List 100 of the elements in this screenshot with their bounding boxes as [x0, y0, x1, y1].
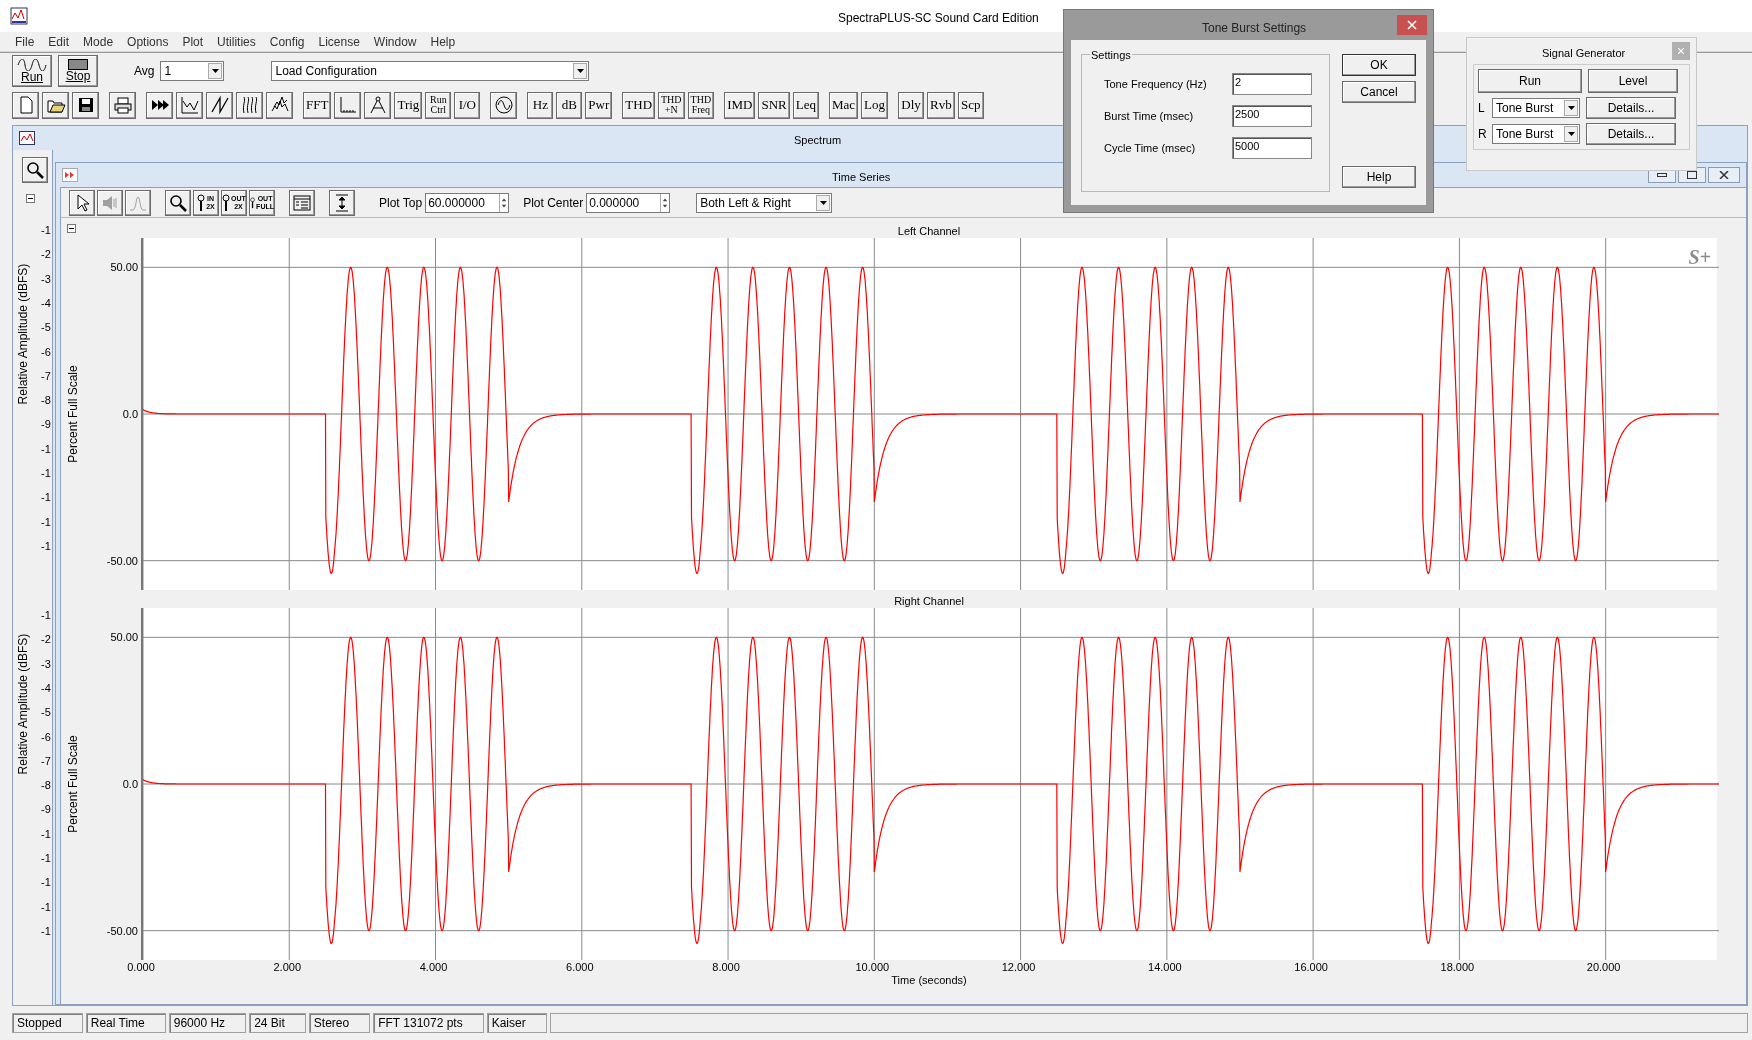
menu-item[interactable]: Edit: [41, 32, 77, 51]
window-title: SpectraPLUS-SC Sound Card Edition: [838, 10, 1039, 27]
menu-item[interactable]: Utilities: [210, 32, 263, 51]
zoom-button[interactable]: [22, 157, 48, 183]
x-tick-label: 10.000: [854, 961, 891, 973]
toolbar-button[interactable]: dB: [556, 91, 583, 119]
input-field[interactable]: 2: [1232, 73, 1312, 95]
open-button[interactable]: [42, 91, 69, 119]
status-field: 24 Bit: [249, 1013, 306, 1033]
app-icon: [10, 7, 28, 25]
mode-button[interactable]: [236, 91, 263, 119]
y-tick-label: -1: [41, 609, 51, 621]
menu-item[interactable]: Window: [366, 32, 424, 51]
y-tick-label: 0.0: [122, 778, 138, 790]
save-button[interactable]: [72, 91, 99, 119]
y-axis-label: Relative Amplitude (dBFS): [15, 632, 31, 777]
menu-item[interactable]: Config: [262, 32, 312, 51]
spin-field[interactable]: 60.000000: [425, 192, 510, 213]
menu-item[interactable]: Mode: [76, 32, 121, 51]
x-tick-label: 16.000: [1293, 961, 1329, 973]
menu-item[interactable]: File: [8, 32, 42, 51]
y-tick-label: -1: [41, 876, 51, 889]
mode-button[interactable]: [176, 91, 203, 119]
toolbar-button[interactable]: I/O: [454, 91, 481, 119]
generator-button[interactable]: Level: [1588, 69, 1678, 93]
close-button[interactable]: [1708, 167, 1740, 183]
y-tick-label: -2: [41, 633, 51, 646]
fit-button[interactable]: [329, 189, 355, 216]
sine-wave-icon: [17, 58, 47, 71]
toolbar-button[interactable]: Dly: [898, 91, 924, 119]
collapse-icon[interactable]: [26, 194, 35, 203]
menu-item[interactable]: Help: [423, 32, 463, 51]
mode-button[interactable]: [206, 91, 233, 119]
new-file-button[interactable]: [12, 91, 39, 119]
toolbar-button[interactable]: THD +N: [658, 91, 685, 119]
print-button[interactable]: [109, 91, 136, 119]
toolbar-button[interactable]: Log: [861, 91, 888, 119]
axes-button[interactable]: [334, 91, 362, 119]
zoom-button[interactable]: [165, 189, 191, 216]
toolbar-button[interactable]: THD Freq: [687, 91, 715, 119]
legend-button[interactable]: [289, 189, 315, 216]
avg-dropdown[interactable]: 1: [160, 60, 225, 81]
generator-button[interactable]: [490, 91, 518, 119]
menu-item[interactable]: Plot: [175, 32, 211, 51]
close-icon: [1678, 48, 1684, 54]
y-tick-label: -1: [41, 491, 51, 504]
spin-field[interactable]: 0.000000: [586, 192, 671, 213]
mode-button[interactable]: [266, 91, 293, 119]
compass-button[interactable]: [364, 91, 392, 119]
toolbar-button[interactable]: Scp: [957, 91, 984, 119]
toolbar-button[interactable]: FFT: [303, 91, 332, 119]
search-icon: [25, 160, 45, 180]
magnifier-icon: [197, 192, 206, 213]
mode-button[interactable]: [146, 91, 173, 119]
y-tick-label: -1: [41, 852, 51, 864]
y-tick-label: -8: [41, 394, 51, 407]
toolbar-button[interactable]: THD: [622, 91, 655, 119]
caret-icon: [1567, 132, 1575, 136]
toolbar-button[interactable]: IMD: [724, 91, 756, 119]
input-field[interactable]: 5000: [1232, 137, 1312, 159]
waveform-dropdown[interactable]: Tone Burst: [1492, 124, 1580, 144]
toolbar-button[interactable]: SNR: [758, 91, 790, 119]
run-button[interactable]: Run: [12, 54, 52, 87]
y-tick-label: -1: [41, 442, 51, 455]
toolbar-button[interactable]: Pwr: [585, 91, 613, 119]
configuration-dropdown[interactable]: Load Configuration: [271, 60, 590, 81]
toolbar-button[interactable]: Run Ctrl: [425, 91, 452, 119]
stop-button[interactable]: Stop: [58, 54, 98, 87]
toolbar-button[interactable]: Trig: [394, 91, 423, 119]
generator-button[interactable]: Run: [1478, 69, 1582, 93]
y-tick-label: -7: [41, 754, 51, 767]
time-series-icon: [62, 168, 78, 182]
input-field[interactable]: 2500: [1232, 105, 1312, 127]
collapse-icon[interactable]: [67, 224, 76, 233]
details-button[interactable]: Details...: [1586, 123, 1676, 145]
dialog-button[interactable]: Cancel: [1342, 81, 1416, 103]
field-label: Burst Time (msec): [1104, 108, 1195, 124]
y-axis-label: Relative Amplitude (dBFS): [15, 262, 31, 407]
channel-dropdown[interactable]: Both Left & Right: [696, 192, 833, 213]
status-field: Stopped: [12, 1013, 83, 1033]
dialog-button[interactable]: OK: [1342, 54, 1416, 76]
menu-item[interactable]: License: [311, 32, 367, 51]
toolbar-button[interactable]: Rvb: [927, 91, 955, 119]
pointer-tool-button[interactable]: [69, 189, 95, 216]
waveform-dropdown[interactable]: Tone Burst: [1492, 98, 1580, 118]
y-tick-label: -7: [41, 369, 51, 382]
menu-item[interactable]: Options: [120, 32, 176, 51]
spectrum-icon: [19, 131, 35, 145]
channel-label: R: [1478, 126, 1488, 143]
status-field: FFT 131072 pts: [373, 1013, 484, 1033]
y-tick-label: -50.00: [106, 924, 138, 937]
toolbar-button[interactable]: Mac: [828, 91, 859, 119]
y-tick-label: -5: [41, 321, 51, 334]
sine-wave-icon: [493, 95, 514, 115]
details-button[interactable]: Details...: [1586, 97, 1676, 119]
toolbar-button[interactable]: Leq: [792, 91, 819, 119]
x-tick-label: 14.000: [1147, 961, 1183, 973]
toolbar-button[interactable]: Hz: [527, 91, 554, 119]
dialog-button[interactable]: Help: [1342, 166, 1416, 188]
y-axis-label: Percent Full Scale: [66, 734, 80, 835]
